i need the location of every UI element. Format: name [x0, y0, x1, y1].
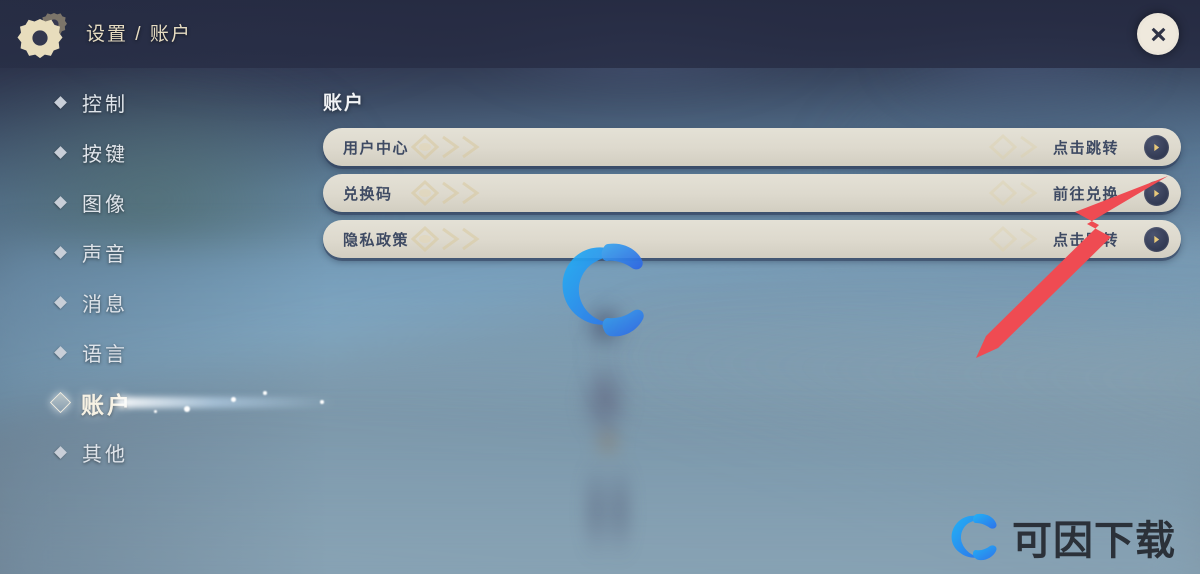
option-action-label: 前往兑换 — [1052, 185, 1119, 203]
diamond-bullet-icon — [54, 146, 67, 159]
option-label: 隐私政策 — [343, 231, 410, 249]
diamond-bullet-icon — [54, 246, 67, 259]
account-panel: 账户 用户中心 点击跳转 兑换码 前往兑换 隐私政策 点击跳转 — [323, 88, 1181, 266]
option-row-user-center[interactable]: 用户中心 点击跳转 — [323, 128, 1181, 166]
sidebar-item-label: 控制 — [82, 94, 128, 116]
sidebar-item-label: 按键 — [82, 144, 128, 166]
sparkle-icon — [231, 397, 236, 402]
sidebar-item-label: 图像 — [82, 194, 128, 216]
sidebar-item-label: 账户 — [81, 391, 133, 418]
corner-watermark: 可因下载 — [946, 513, 1176, 564]
sidebar-item-label: 语言 — [82, 344, 128, 366]
diamond-bullet-icon — [54, 346, 67, 359]
breadcrumb: 设置 / 账户 — [86, 24, 192, 45]
option-label: 兑换码 — [343, 185, 393, 203]
selection-glow — [116, 397, 336, 408]
center-watermark-logo — [548, 238, 646, 342]
sparkle-icon — [154, 410, 157, 413]
sidebar-item-control[interactable]: 控制 — [54, 90, 306, 116]
sidebar-item-label: 消息 — [82, 294, 128, 316]
corner-watermark-text: 可因下载 — [1012, 518, 1176, 564]
ornament-icon — [410, 225, 480, 253]
header-bar: 设置 / 账户 — [0, 0, 1200, 68]
option-action-label: 点击跳转 — [1052, 231, 1119, 249]
sidebar-item-label: 其他 — [82, 444, 128, 466]
diamond-bullet-icon — [54, 196, 67, 209]
sidebar-item-other[interactable]: 其他 — [54, 440, 306, 466]
c-logo-icon — [562, 243, 644, 337]
sidebar-item-messages[interactable]: 消息 — [54, 290, 306, 316]
page-title: 账户 — [323, 93, 366, 114]
chevron-right-icon[interactable] — [1144, 134, 1169, 160]
sparkle-icon — [184, 406, 190, 412]
sidebar-item-graphics[interactable]: 图像 — [54, 190, 306, 216]
gear-icon — [16, 8, 72, 60]
settings-sidebar: 控制 按键 图像 声音 消息 语言 账户 其他 — [49, 90, 336, 490]
sidebar-item-language[interactable]: 语言 — [54, 340, 306, 366]
ornament-icon — [410, 179, 480, 207]
diamond-bullet-icon — [54, 446, 67, 459]
close-icon — [1151, 27, 1165, 41]
diamond-bullet-icon — [54, 296, 67, 309]
option-action-label: 点击跳转 — [1052, 139, 1119, 157]
c-logo-icon — [951, 513, 997, 561]
chevron-right-icon[interactable] — [1144, 226, 1169, 252]
sidebar-item-keys[interactable]: 按键 — [54, 140, 306, 166]
sidebar-item-label: 声音 — [82, 244, 128, 266]
option-row-redeem-code[interactable]: 兑换码 前往兑换 — [323, 174, 1181, 212]
ornament-icon — [410, 133, 480, 161]
sidebar-item-account[interactable]: 账户 — [49, 390, 336, 418]
sparkle-icon — [263, 391, 267, 395]
diamond-bullet-icon — [54, 96, 67, 109]
close-button[interactable] — [1137, 13, 1179, 55]
option-row-privacy-policy[interactable]: 隐私政策 点击跳转 — [323, 220, 1181, 258]
chevron-right-icon[interactable] — [1144, 180, 1169, 206]
sidebar-item-sound[interactable]: 声音 — [54, 240, 306, 266]
option-label: 用户中心 — [343, 139, 410, 157]
